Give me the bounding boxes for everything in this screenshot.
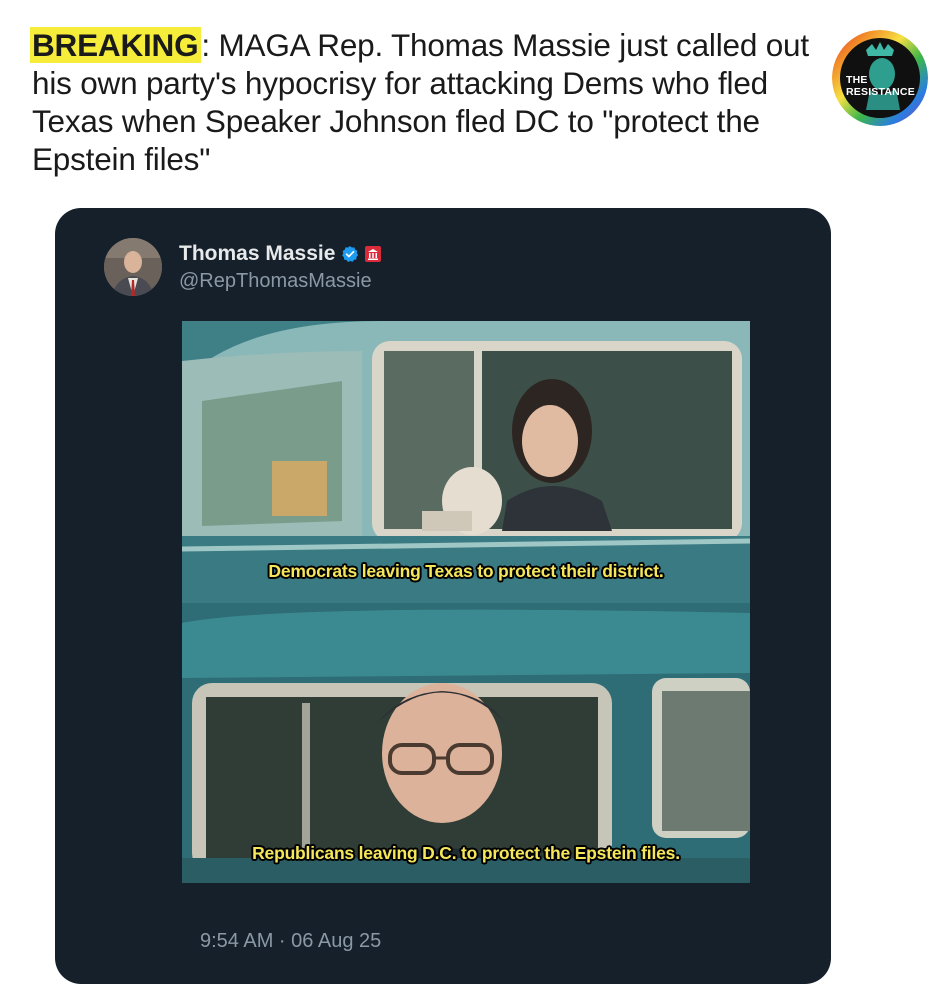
headline: BREAKING: MAGA Rep. Thomas Massie just c…	[30, 26, 812, 178]
verified-badge-icon	[342, 246, 359, 262]
logo-text-line1: THE	[846, 74, 868, 86]
author-name[interactable]: Thomas Massie	[179, 242, 335, 266]
breaking-tag: BREAKING	[30, 27, 202, 63]
logo-text: THE RESISTANCE	[832, 74, 928, 98]
avatar[interactable]	[104, 238, 162, 296]
avatar-image	[104, 238, 162, 296]
author-row: Thomas Massie	[179, 241, 382, 267]
tweet-card[interactable]: Thomas Massie @RepThomasMassie Democrats…	[55, 208, 831, 984]
car-scene-bottom-image	[182, 603, 750, 883]
the-resistance-logo: THE RESISTANCE	[832, 30, 928, 126]
meme-bottom-panel: Republicans leaving D.C. to protect the …	[182, 603, 750, 883]
meme-image[interactable]: Democrats leaving Texas to protect their…	[182, 321, 750, 883]
logo-text-line2: RESISTANCE	[846, 86, 915, 98]
meme-top-panel: Democrats leaving Texas to protect their…	[182, 321, 750, 603]
meme-top-caption: Democrats leaving Texas to protect their…	[268, 561, 664, 581]
author-handle[interactable]: @RepThomasMassie	[179, 270, 372, 293]
meme-bottom-caption: Republicans leaving D.C. to protect the …	[252, 843, 680, 863]
tweet-timestamp[interactable]: 9:54 AM · 06 Aug 25	[200, 930, 381, 953]
us-government-icon	[365, 246, 382, 262]
